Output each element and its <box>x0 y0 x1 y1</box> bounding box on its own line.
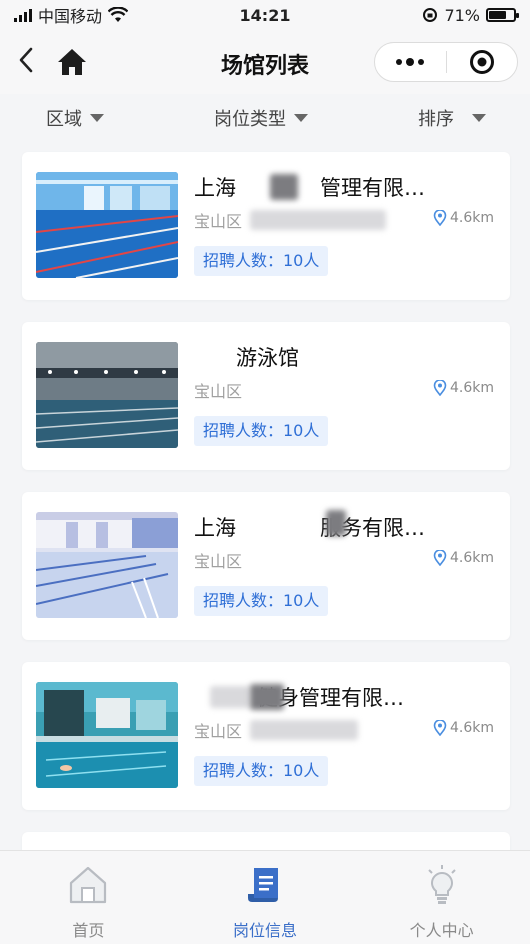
battery-icon <box>486 8 519 22</box>
filter-sort[interactable]: 排序 <box>418 105 486 131</box>
status-left: 中国移动 <box>14 3 129 27</box>
tab-bar: 首页 岗位信息 个人中心 <box>0 850 530 944</box>
venue-thumbnail <box>36 172 178 278</box>
redaction-mark <box>250 210 386 230</box>
venue-distance-label: 4.6km <box>449 210 494 226</box>
venue-district: 宝山区 <box>194 722 243 741</box>
location-pin-icon <box>433 720 447 736</box>
hiring-count-tag: 招聘人数：10人 <box>194 246 329 276</box>
tab-profile-label: 个人中心 <box>409 921 474 940</box>
filter-region[interactable]: 区域 <box>46 105 104 131</box>
pool-photo-4 <box>36 682 178 788</box>
pool-photo-3 <box>36 512 178 618</box>
more-dots-icon <box>396 58 425 66</box>
venue-distance-label: 4.6km <box>449 720 494 736</box>
venue-distance: 4.6km <box>433 550 494 566</box>
tab-job-info-label: 岗位信息 <box>233 921 298 940</box>
location-pin-icon <box>433 550 447 566</box>
redaction-mark <box>250 684 284 710</box>
caret-down-icon <box>90 114 104 122</box>
caret-down-icon <box>294 114 308 122</box>
filter-job-type-label: 岗位类型 <box>214 109 286 130</box>
tab-home[interactable]: 首页 <box>0 851 177 944</box>
rotation-lock-icon <box>423 8 438 22</box>
venue-card[interactable]: 健身管理有限… 宝山区 4.6km 招聘人数：10人 <box>22 662 510 810</box>
pool-photo-2 <box>36 342 178 448</box>
document-icon <box>243 863 287 907</box>
venue-list: 上海 管理有限… 宝山区 4.6km 招聘人数：10人 游泳馆 宝山区 4.6k… <box>22 152 510 862</box>
tab-home-label: 首页 <box>72 921 105 940</box>
venue-card[interactable]: 上海 服务有限… 宝山区 4.6km 招聘人数：10人 <box>22 492 510 640</box>
carrier-label: 中国移动 <box>38 7 103 26</box>
location-pin-icon <box>433 210 447 226</box>
venue-name: 上海 管理有限… <box>194 176 425 200</box>
tab-job-info[interactable]: 岗位信息 <box>177 851 354 944</box>
pool-photo-1 <box>36 172 178 278</box>
venue-thumbnail <box>36 342 178 448</box>
hiring-count-tag: 招聘人数：10人 <box>194 416 329 446</box>
venue-distance-label: 4.6km <box>449 380 494 396</box>
redaction-mark <box>270 174 298 200</box>
venue-name: 游泳馆 <box>194 346 299 370</box>
redaction-mark <box>250 720 358 740</box>
signal-icon <box>14 8 32 22</box>
venue-distance: 4.6km <box>433 210 494 226</box>
venue-distance: 4.6km <box>433 380 494 396</box>
venue-thumbnail <box>36 682 178 788</box>
battery-percent: 71% <box>444 5 480 25</box>
hiring-count-tag: 招聘人数：10人 <box>194 586 329 616</box>
redaction-mark <box>326 510 346 536</box>
venue-district: 宝山区 <box>194 212 243 231</box>
caret-down-icon <box>472 114 486 122</box>
location-pin-icon <box>433 380 447 396</box>
target-icon <box>469 50 494 74</box>
home-button[interactable] <box>54 44 90 80</box>
more-button[interactable] <box>375 43 446 81</box>
tab-profile[interactable]: 个人中心 <box>353 851 530 944</box>
venue-card[interactable]: 游泳馆 宝山区 4.6km 招聘人数：10人 <box>22 322 510 470</box>
status-time: 14:21 <box>239 5 291 25</box>
lightbulb-icon <box>420 863 464 907</box>
venue-thumbnail <box>36 512 178 618</box>
hiring-count-tag: 招聘人数：10人 <box>194 756 329 786</box>
filter-bar: 区域 岗位类型 排序 <box>0 94 530 142</box>
wifi-icon <box>108 7 129 22</box>
venue-card[interactable]: 上海 管理有限… 宝山区 4.6km 招聘人数：10人 <box>22 152 510 300</box>
home-icon <box>66 863 110 907</box>
mini-program-capsule <box>374 42 518 82</box>
status-right: 71% <box>422 5 519 25</box>
redaction-mark <box>210 686 250 708</box>
filter-sort-label: 排序 <box>418 109 454 130</box>
close-mini-program-button[interactable] <box>447 43 518 81</box>
status-bar: 中国移动 14:21 71% <box>0 0 530 30</box>
back-button[interactable] <box>10 44 42 76</box>
venue-distance-label: 4.6km <box>449 550 494 566</box>
chevron-left-icon <box>19 47 33 73</box>
venue-district: 宝山区 <box>194 382 243 401</box>
filter-job-type[interactable]: 岗位类型 <box>214 105 308 131</box>
filter-region-label: 区域 <box>46 109 82 130</box>
nav-bar: 场馆列表 <box>0 30 530 94</box>
home-icon <box>58 49 86 75</box>
venue-district: 宝山区 <box>194 552 243 571</box>
venue-distance: 4.6km <box>433 720 494 736</box>
